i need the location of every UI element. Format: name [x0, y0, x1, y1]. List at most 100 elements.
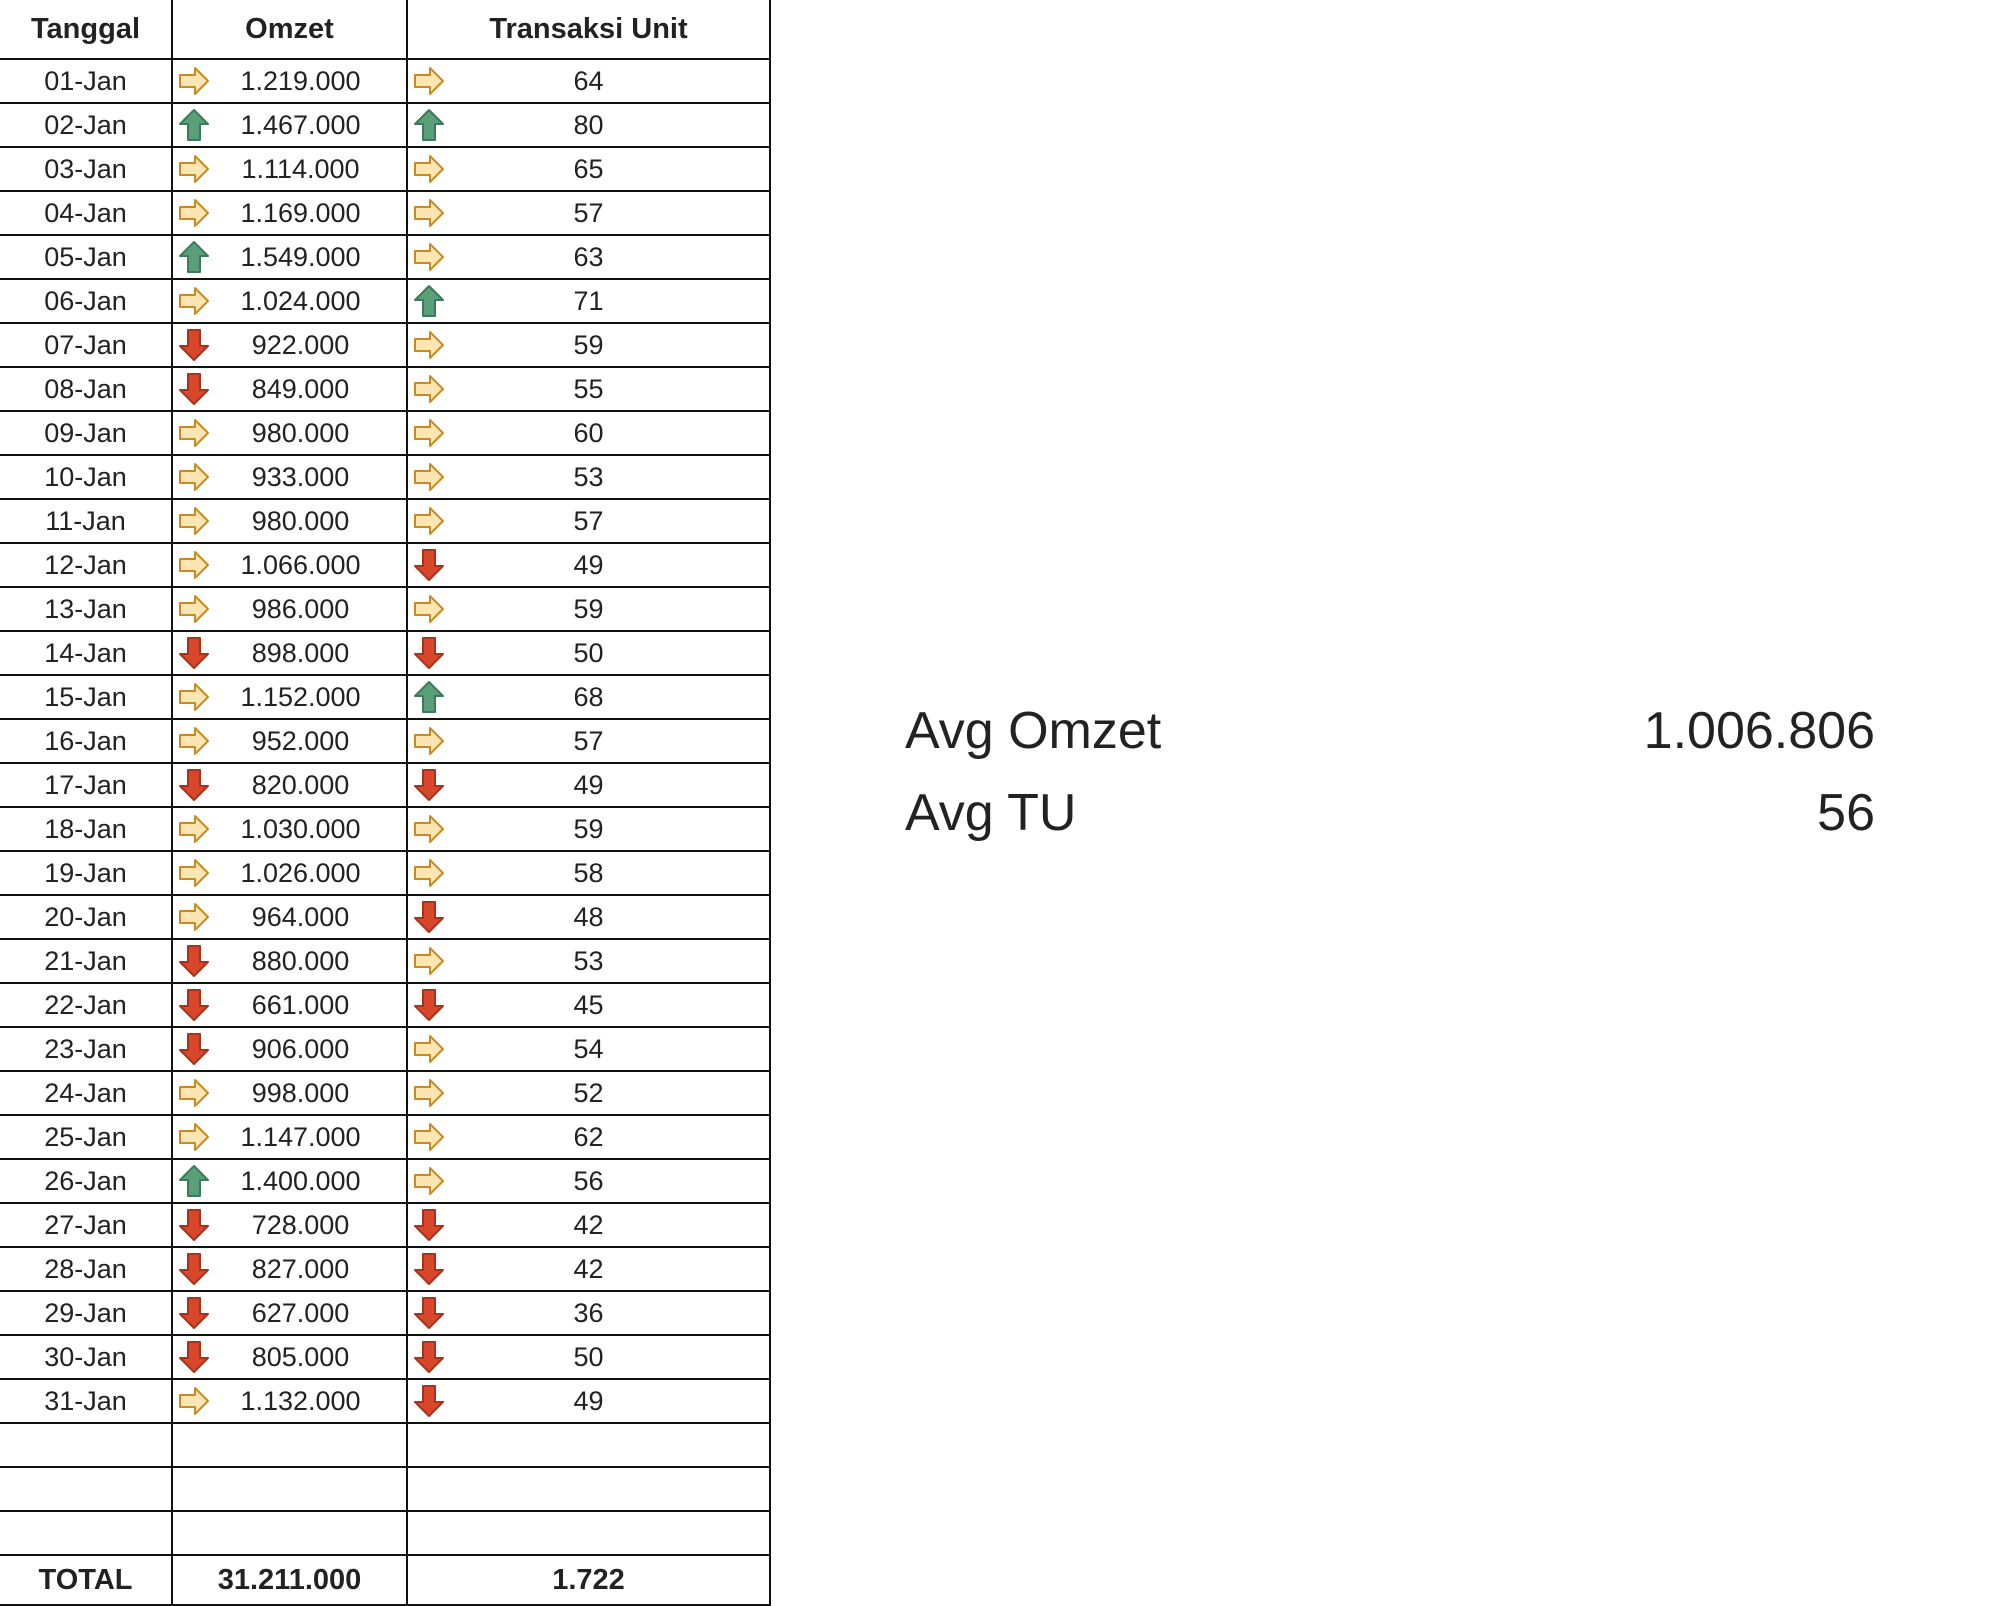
- units-cell[interactable]: 58: [406, 850, 771, 896]
- units-cell[interactable]: 49: [406, 542, 771, 588]
- omzet-cell[interactable]: 1.024.000: [171, 278, 408, 324]
- date-cell[interactable]: 06-Jan: [0, 278, 173, 324]
- units-cell[interactable]: 49: [406, 762, 771, 808]
- units-cell[interactable]: 57: [406, 190, 771, 236]
- omzet-cell[interactable]: 627.000: [171, 1290, 408, 1336]
- omzet-cell[interactable]: 906.000: [171, 1026, 408, 1072]
- empty-cell[interactable]: [171, 1422, 408, 1468]
- date-cell[interactable]: 24-Jan: [0, 1070, 173, 1116]
- date-cell[interactable]: 31-Jan: [0, 1378, 173, 1424]
- date-cell[interactable]: 29-Jan: [0, 1290, 173, 1336]
- empty-cell[interactable]: [0, 1422, 173, 1468]
- omzet-cell[interactable]: 922.000: [171, 322, 408, 368]
- date-cell[interactable]: 21-Jan: [0, 938, 173, 984]
- date-cell[interactable]: 27-Jan: [0, 1202, 173, 1248]
- empty-cell[interactable]: [171, 1510, 408, 1556]
- date-cell[interactable]: 17-Jan: [0, 762, 173, 808]
- units-cell[interactable]: 53: [406, 938, 771, 984]
- omzet-cell[interactable]: 1.132.000: [171, 1378, 408, 1424]
- units-cell[interactable]: 80: [406, 102, 771, 148]
- omzet-cell[interactable]: 1.030.000: [171, 806, 408, 852]
- date-cell[interactable]: 25-Jan: [0, 1114, 173, 1160]
- omzet-cell[interactable]: 933.000: [171, 454, 408, 500]
- omzet-cell[interactable]: 827.000: [171, 1246, 408, 1292]
- avg-omzet-value[interactable]: 1.006.806: [1644, 701, 1875, 761]
- omzet-cell[interactable]: 1.147.000: [171, 1114, 408, 1160]
- omzet-cell[interactable]: 880.000: [171, 938, 408, 984]
- units-cell[interactable]: 63: [406, 234, 771, 280]
- omzet-cell[interactable]: 964.000: [171, 894, 408, 940]
- date-cell[interactable]: 30-Jan: [0, 1334, 173, 1380]
- empty-cell[interactable]: [171, 1466, 408, 1512]
- units-cell[interactable]: 52: [406, 1070, 771, 1116]
- units-cell[interactable]: 42: [406, 1246, 771, 1292]
- units-cell[interactable]: 45: [406, 982, 771, 1028]
- units-cell[interactable]: 42: [406, 1202, 771, 1248]
- omzet-cell[interactable]: 1.219.000: [171, 58, 408, 104]
- omzet-cell[interactable]: 1.549.000: [171, 234, 408, 280]
- units-cell[interactable]: 53: [406, 454, 771, 500]
- omzet-cell[interactable]: 998.000: [171, 1070, 408, 1116]
- units-cell[interactable]: 56: [406, 1158, 771, 1204]
- units-cell[interactable]: 62: [406, 1114, 771, 1160]
- empty-cell[interactable]: [0, 1510, 173, 1556]
- units-cell[interactable]: 54: [406, 1026, 771, 1072]
- date-cell[interactable]: 05-Jan: [0, 234, 173, 280]
- date-cell[interactable]: 07-Jan: [0, 322, 173, 368]
- date-cell[interactable]: 09-Jan: [0, 410, 173, 456]
- omzet-cell[interactable]: 898.000: [171, 630, 408, 676]
- omzet-cell[interactable]: 980.000: [171, 498, 408, 544]
- omzet-cell[interactable]: 805.000: [171, 1334, 408, 1380]
- units-cell[interactable]: 59: [406, 586, 771, 632]
- units-cell[interactable]: 50: [406, 1334, 771, 1380]
- units-cell[interactable]: 60: [406, 410, 771, 456]
- omzet-cell[interactable]: 986.000: [171, 586, 408, 632]
- units-cell[interactable]: 48: [406, 894, 771, 940]
- date-cell[interactable]: 01-Jan: [0, 58, 173, 104]
- units-cell[interactable]: 65: [406, 146, 771, 192]
- header-date[interactable]: Tanggal: [0, 0, 173, 60]
- date-cell[interactable]: 08-Jan: [0, 366, 173, 412]
- units-cell[interactable]: 36: [406, 1290, 771, 1336]
- empty-cell[interactable]: [406, 1510, 771, 1556]
- date-cell[interactable]: 23-Jan: [0, 1026, 173, 1072]
- units-cell[interactable]: 68: [406, 674, 771, 720]
- empty-cell[interactable]: [406, 1422, 771, 1468]
- omzet-cell[interactable]: 1.169.000: [171, 190, 408, 236]
- omzet-cell[interactable]: 1.400.000: [171, 1158, 408, 1204]
- date-cell[interactable]: 22-Jan: [0, 982, 173, 1028]
- omzet-cell[interactable]: 1.066.000: [171, 542, 408, 588]
- date-cell[interactable]: 20-Jan: [0, 894, 173, 940]
- empty-cell[interactable]: [0, 1466, 173, 1512]
- units-cell[interactable]: 57: [406, 498, 771, 544]
- date-cell[interactable]: 16-Jan: [0, 718, 173, 764]
- units-cell[interactable]: 64: [406, 58, 771, 104]
- omzet-cell[interactable]: 1.114.000: [171, 146, 408, 192]
- total-label[interactable]: TOTAL: [0, 1554, 173, 1606]
- date-cell[interactable]: 19-Jan: [0, 850, 173, 896]
- units-cell[interactable]: 71: [406, 278, 771, 324]
- units-cell[interactable]: 50: [406, 630, 771, 676]
- date-cell[interactable]: 14-Jan: [0, 630, 173, 676]
- units-cell[interactable]: 59: [406, 322, 771, 368]
- units-cell[interactable]: 57: [406, 718, 771, 764]
- omzet-cell[interactable]: 728.000: [171, 1202, 408, 1248]
- date-cell[interactable]: 15-Jan: [0, 674, 173, 720]
- omzet-cell[interactable]: 820.000: [171, 762, 408, 808]
- date-cell[interactable]: 26-Jan: [0, 1158, 173, 1204]
- total-omzet[interactable]: 31.211.000: [171, 1554, 408, 1606]
- date-cell[interactable]: 28-Jan: [0, 1246, 173, 1292]
- total-units[interactable]: 1.722: [406, 1554, 771, 1606]
- omzet-cell[interactable]: 661.000: [171, 982, 408, 1028]
- header-omzet[interactable]: Omzet: [171, 0, 408, 60]
- empty-cell[interactable]: [406, 1466, 771, 1512]
- date-cell[interactable]: 13-Jan: [0, 586, 173, 632]
- omzet-cell[interactable]: 980.000: [171, 410, 408, 456]
- date-cell[interactable]: 02-Jan: [0, 102, 173, 148]
- omzet-cell[interactable]: 952.000: [171, 718, 408, 764]
- avg-tu-value[interactable]: 56: [1817, 783, 1875, 843]
- units-cell[interactable]: 59: [406, 806, 771, 852]
- omzet-cell[interactable]: 1.152.000: [171, 674, 408, 720]
- omzet-cell[interactable]: 1.467.000: [171, 102, 408, 148]
- omzet-cell[interactable]: 1.026.000: [171, 850, 408, 896]
